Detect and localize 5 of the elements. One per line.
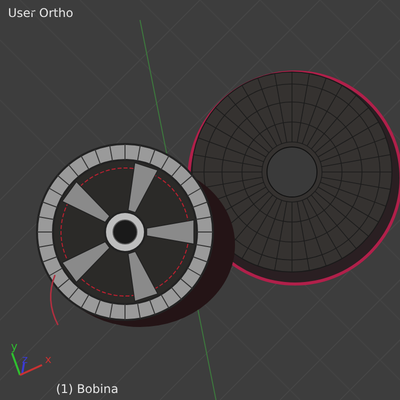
- object-label: (1) Bobina: [56, 381, 118, 398]
- axis-label: z: [22, 354, 28, 365]
- axis-label: x: [45, 354, 52, 365]
- axis-label: y: [11, 341, 18, 352]
- view-name: User Ortho: [8, 5, 74, 22]
